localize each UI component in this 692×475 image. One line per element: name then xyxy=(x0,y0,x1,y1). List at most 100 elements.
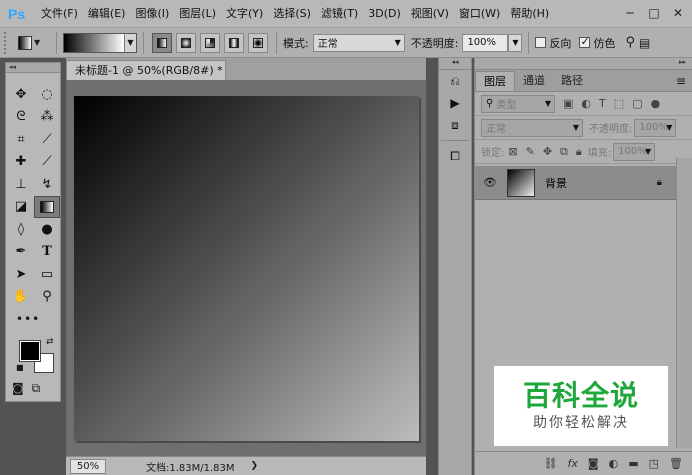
panel-menu-icon[interactable]: ≡ xyxy=(676,74,686,88)
eyedropper-icon[interactable]: ⟋ xyxy=(34,128,60,151)
close-button[interactable]: ✕ xyxy=(670,5,686,21)
filter-toggle-icon[interactable]: ● xyxy=(651,97,661,110)
menu-filter[interactable]: 滤镜(T) xyxy=(316,0,363,28)
menu-select[interactable]: 选择(S) xyxy=(268,0,316,28)
linear-gradient-button[interactable] xyxy=(152,32,172,53)
lock-all-icon[interactable]: 🔒︎ xyxy=(576,145,582,159)
status-bar: 50% 文档:1.83M/1.83M ❯ xyxy=(66,456,426,475)
more-tools-icon[interactable]: ••• xyxy=(8,308,60,331)
lock-pixels-icon[interactable]: ✎ xyxy=(526,145,535,158)
zoom-level-input[interactable]: 50% xyxy=(70,458,106,474)
tab-layers[interactable]: 图层 xyxy=(475,71,515,91)
clone-stamp-icon[interactable]: ⊥ xyxy=(8,173,34,196)
dither-checkbox[interactable] xyxy=(579,35,591,48)
menu-type[interactable]: 文字(Y) xyxy=(221,0,268,28)
new-group-icon[interactable]: ▬ xyxy=(628,457,638,470)
layer-filter-row: ⚲ 类型 ▼ ▣ ◐ T ⬚ ▢ ● xyxy=(475,92,692,116)
smart-object-filter-icon[interactable]: ▢ xyxy=(632,97,642,110)
gradient-picker[interactable]: ▼ xyxy=(63,32,137,53)
healing-brush-icon[interactable]: ✚ xyxy=(8,151,34,174)
angle-gradient-button[interactable] xyxy=(200,32,220,53)
pen-tool-icon[interactable]: ✒ xyxy=(8,241,34,264)
move-tool-icon[interactable]: ✥ xyxy=(8,83,34,106)
adjustment-filter-icon[interactable]: ◐ xyxy=(581,97,591,110)
swap-colors-icon[interactable]: ⇄ xyxy=(46,337,54,347)
type-tool-icon[interactable]: T xyxy=(34,241,60,264)
shape-filter-icon[interactable]: ⬚ xyxy=(614,97,624,110)
gradient-tool-button[interactable] xyxy=(34,195,60,218)
lock-position-icon[interactable]: ✥ xyxy=(543,145,552,158)
divider xyxy=(528,31,530,54)
radial-gradient-button[interactable] xyxy=(176,32,196,53)
menu-layer[interactable]: 图层(L) xyxy=(174,0,221,28)
brush-tool-icon[interactable]: ⟋ xyxy=(34,151,60,174)
menu-image[interactable]: 图像(I) xyxy=(130,0,174,28)
layer-opacity-input[interactable]: 100% ▼ xyxy=(634,118,677,137)
crop-tool-icon[interactable]: ⌗ xyxy=(8,128,34,151)
foreground-color-swatch[interactable] xyxy=(19,339,41,362)
blend-mode-select[interactable]: 正常 ▼ xyxy=(481,118,583,137)
3d-panel-icon[interactable]: ⧈ xyxy=(439,114,471,136)
new-layer-icon[interactable]: ◳ xyxy=(649,457,659,470)
workspace-icon[interactable]: ▤ xyxy=(639,36,650,50)
options-bar-grip[interactable] xyxy=(4,31,12,54)
menu-view[interactable]: 视图(V) xyxy=(406,0,454,28)
minimize-button[interactable]: ─ xyxy=(622,5,638,21)
tab-paths[interactable]: 路径 xyxy=(553,71,591,91)
type-filter-icon[interactable]: T xyxy=(599,97,606,110)
history-brush-icon[interactable]: ↯ xyxy=(34,173,60,196)
history-panel-icon[interactable]: ⎌ xyxy=(439,70,471,92)
actions-panel-icon[interactable]: ▶ xyxy=(439,92,471,114)
dock-header[interactable]: ◂◂ xyxy=(439,58,471,70)
trash-icon[interactable]: 🗑︎ xyxy=(669,457,683,470)
screen-mode-icon[interactable]: ⧉ xyxy=(32,381,41,396)
canvas[interactable] xyxy=(74,96,419,441)
layer-style-icon[interactable]: fx xyxy=(568,457,578,470)
adjustment-layer-icon[interactable]: ◐ xyxy=(609,457,619,470)
diamond-gradient-button[interactable] xyxy=(248,32,268,53)
eraser-tool-icon[interactable]: ◪ xyxy=(8,196,34,219)
mode-select[interactable]: 正常 ▼ xyxy=(312,33,405,52)
tools-panel-header[interactable]: ◂◂ xyxy=(6,63,60,73)
eye-icon[interactable]: 👁︎ xyxy=(483,176,501,189)
document-tab[interactable]: 未标题-1 @ 50%(RGB/8#) *✕ xyxy=(66,60,226,80)
search-icon[interactable]: ⚲ xyxy=(625,35,635,50)
menu-help[interactable]: 帮助(H) xyxy=(505,0,554,28)
menu-3d[interactable]: 3D(D) xyxy=(363,0,406,28)
rectangle-tool-icon[interactable]: ▭ xyxy=(34,263,60,286)
hand-tool-icon[interactable]: ✋ xyxy=(8,286,34,309)
chevron-down-icon[interactable]: ▼ xyxy=(124,33,136,52)
fill-input[interactable]: 100% ▼ xyxy=(613,142,656,161)
maximize-button[interactable]: □ xyxy=(646,5,662,21)
link-layers-icon[interactable]: ⛓ xyxy=(544,457,558,470)
reverse-checkbox[interactable] xyxy=(535,37,547,48)
opacity-input[interactable]: 100% xyxy=(462,33,509,52)
menu-file[interactable]: 文件(F) xyxy=(36,0,83,28)
menu-window[interactable]: 窗口(W) xyxy=(454,0,505,28)
lasso-tool-icon[interactable]: ᘓ xyxy=(8,106,34,129)
layers-panel-header[interactable]: ▸▸ xyxy=(475,58,692,70)
layer-row-background[interactable]: 👁︎ 背景 🔒︎ xyxy=(475,166,676,200)
lock-transparency-icon[interactable]: ⊠ xyxy=(508,145,517,158)
menu-edit[interactable]: 编辑(E) xyxy=(83,0,131,28)
dodge-tool-icon[interactable]: ● xyxy=(34,218,60,241)
path-selection-icon[interactable]: ➤ xyxy=(8,263,34,286)
tool-preset-picker[interactable]: ▼ xyxy=(18,32,50,54)
properties-panel-icon[interactable]: ⧠ xyxy=(439,145,471,167)
quick-mask-icon[interactable]: ◙ xyxy=(12,381,24,396)
blur-tool-icon[interactable]: ◊ xyxy=(8,218,34,241)
add-mask-icon[interactable]: ◙ xyxy=(588,457,599,470)
reflected-gradient-button[interactable] xyxy=(224,32,244,53)
tab-channels[interactable]: 通道 xyxy=(515,71,553,91)
gradient-preview[interactable] xyxy=(64,33,124,52)
layers-scrollbar[interactable] xyxy=(676,158,692,448)
elliptical-marquee-icon[interactable]: ◌ xyxy=(34,83,60,106)
layer-filter-select[interactable]: ⚲ 类型 ▼ xyxy=(481,94,555,113)
magic-wand-icon[interactable]: ⁂ xyxy=(34,106,60,129)
lock-artboard-icon[interactable]: ⧉ xyxy=(560,145,568,159)
chevron-right-icon[interactable]: ❯ xyxy=(251,461,259,471)
opacity-dropdown[interactable]: ▼ xyxy=(508,33,523,52)
pixel-filter-icon[interactable]: ▣ xyxy=(563,97,573,110)
default-colors-icon[interactable]: ■ xyxy=(16,363,24,372)
zoom-tool-icon[interactable]: ⚲ xyxy=(34,286,60,309)
